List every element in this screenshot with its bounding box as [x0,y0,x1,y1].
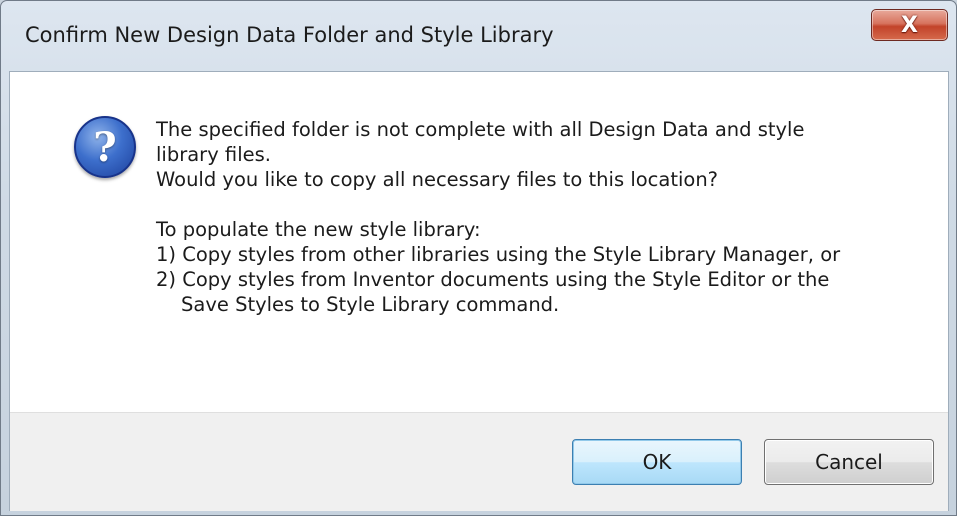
message-line: To populate the new style library: [156,218,481,241]
question-icon: ? [74,116,136,178]
title-bar[interactable]: Confirm New Design Data Folder and Style… [1,1,956,71]
dialog-title: Confirm New Design Data Folder and Style… [25,23,554,47]
message-line: 2) Copy styles from Inventor documents u… [156,268,830,291]
question-mark-glyph: ? [93,123,117,171]
message-line: Save Styles to Style Library command. [181,293,560,316]
cancel-button[interactable]: Cancel [764,439,934,485]
message-text: The specified folder is not complete wit… [156,117,936,317]
ok-button[interactable]: OK [572,439,742,485]
message-line: library files. [156,143,271,166]
message-line: The specified folder is not complete wit… [156,118,805,141]
message-line: Would you like to copy all necessary fil… [156,168,719,191]
dialog-window: Confirm New Design Data Folder and Style… [0,0,957,516]
message-area: ? The specified folder is not complete w… [10,72,948,412]
dialog-body: ? The specified folder is not complete w… [9,71,949,511]
message-line: 1) Copy styles from other libraries usin… [156,243,841,266]
close-icon: X [901,12,918,38]
close-button[interactable]: X [871,9,948,41]
button-bar: OK Cancel [10,412,948,511]
